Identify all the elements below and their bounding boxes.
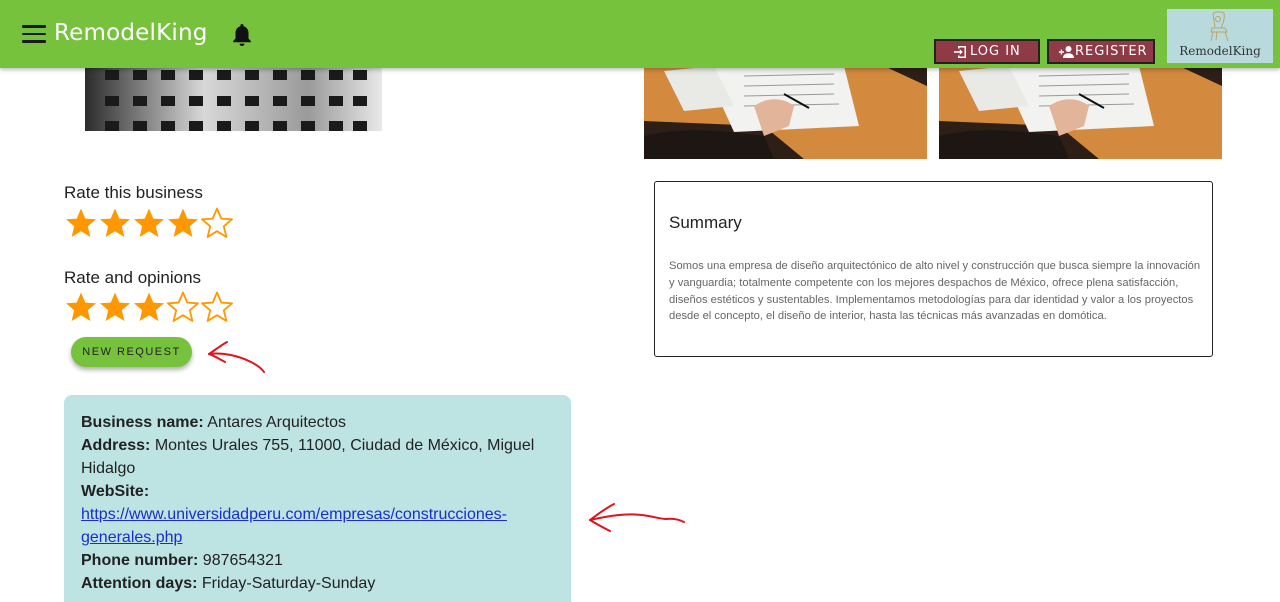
menu-icon[interactable] (22, 25, 46, 43)
phone-value: 987654321 (202, 552, 283, 569)
rate-opinions-stars (64, 290, 234, 324)
address-label: Address: (81, 437, 151, 454)
rate-business-stars[interactable] (64, 206, 234, 240)
business-name-row: Business name: Antares Arquitectos (81, 411, 554, 434)
register-label: REGISTER (1075, 44, 1148, 59)
summary-text: Somos una empresa de diseño arquitectóni… (669, 260, 1201, 323)
bell-icon[interactable] (230, 22, 254, 48)
address-row: Address: Montes Urales 755, 11000, Ciuda… (81, 434, 554, 480)
remodelking-logo[interactable]: RemodelKing (1167, 9, 1273, 63)
login-icon (954, 46, 966, 58)
star-filled-icon[interactable] (98, 206, 132, 240)
desk-photo (644, 66, 927, 159)
star-outline-icon (167, 291, 199, 322)
top-app-bar: RemodelKing LOG IN REGISTER RemodelKing (0, 0, 1280, 68)
business-name-value: Antares Arquitectos (207, 414, 347, 431)
rate-business-label: Rate this business (64, 183, 203, 202)
summary-card: Summary Somos una empresa de diseño arqu… (654, 181, 1213, 357)
summary-title: Summary (669, 213, 742, 232)
login-label: LOG IN (970, 44, 1021, 59)
star-filled-icon[interactable] (64, 206, 98, 240)
building-photo (85, 66, 382, 131)
brand-title[interactable]: RemodelKing (54, 20, 208, 46)
star-filled-icon (134, 292, 164, 321)
register-button[interactable]: REGISTER (1047, 39, 1155, 64)
business-info-card: Business name: Antares Arquitectos Addre… (64, 395, 571, 602)
annotation-arrow (589, 503, 685, 532)
star-filled-icon[interactable] (132, 206, 166, 240)
website-label: WebSite: (81, 483, 150, 500)
annotation-arrow (208, 341, 265, 373)
attention-days-label: Attention days: (81, 575, 198, 592)
star-outline-icon[interactable] (200, 206, 234, 240)
star-outline-icon (201, 291, 233, 322)
logo-wordmark: RemodelKing (1179, 44, 1261, 58)
rate-opinions-label: Rate and opinions (64, 268, 202, 287)
attention-days-value: Friday-Saturday-Sunday (201, 575, 376, 592)
star-filled-icon[interactable] (166, 206, 200, 240)
new-request-button[interactable]: NEW REQUEST (71, 337, 192, 367)
desk-photo (939, 66, 1222, 159)
website-row: WebSite: (81, 480, 554, 503)
business-name-label: Business name: (81, 414, 204, 431)
phone-label: Phone number: (81, 552, 199, 569)
attention-days-row: Attention days: Friday-Saturday-Sunday (81, 572, 554, 595)
star-filled-icon (66, 292, 96, 321)
website-link[interactable]: https://www.universidadperu.com/empresas… (81, 506, 507, 546)
star-filled-icon (100, 292, 130, 321)
phone-row: Phone number: 987654321 (81, 549, 554, 572)
register-icon (1058, 46, 1074, 58)
login-button[interactable]: LOG IN (934, 39, 1040, 64)
